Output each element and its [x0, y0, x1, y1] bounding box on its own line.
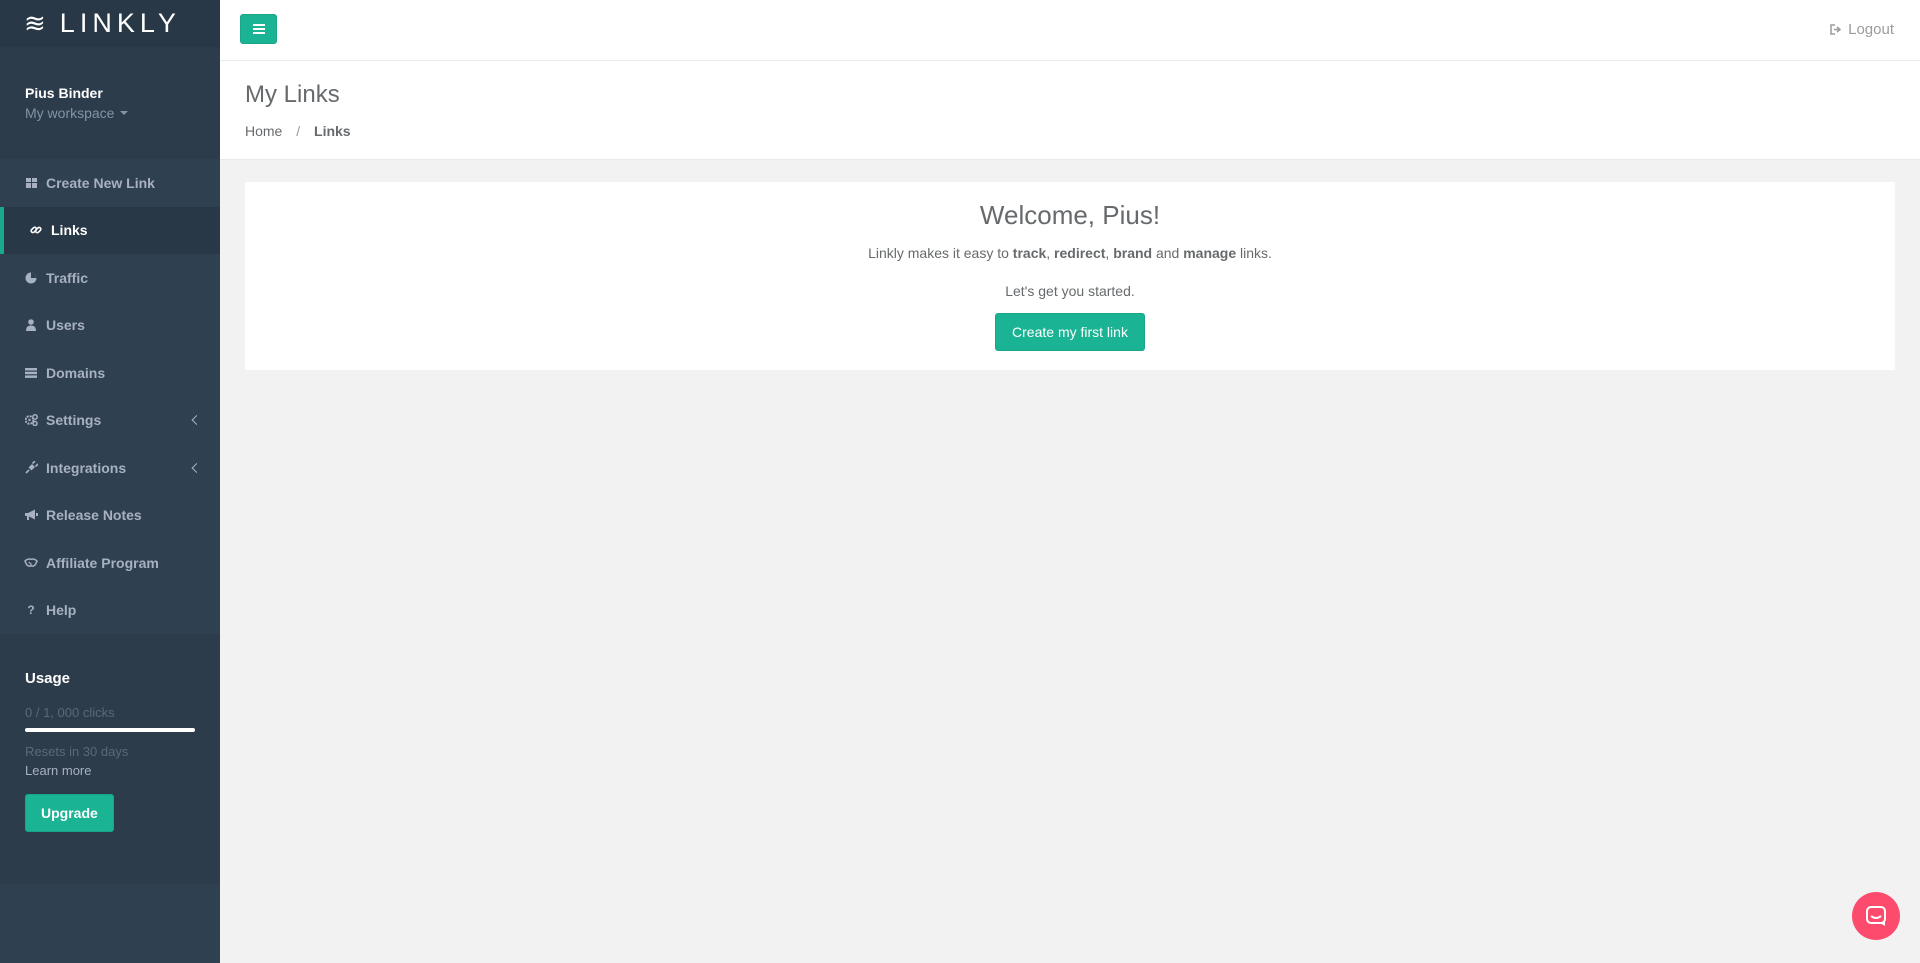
sidebar-item-users[interactable]: Users — [0, 302, 220, 350]
top-navbar: Logout — [220, 0, 1920, 61]
sidebar-item-label: Settings — [46, 412, 102, 429]
sidebar-item-label: Integrations — [46, 459, 127, 476]
learn-more-link[interactable]: Learn more — [25, 763, 195, 778]
text-part: , — [1046, 245, 1055, 261]
menu-toggle-button[interactable] — [240, 14, 277, 44]
link-icon — [29, 223, 43, 237]
sidebar-item-links[interactable]: Links — [0, 206, 220, 254]
caret-down-icon — [120, 111, 129, 115]
logout-link[interactable]: Logout — [1830, 21, 1894, 38]
page-title: My Links — [245, 81, 340, 108]
sidebar-item-label: Help — [46, 602, 77, 619]
question-icon: ? — [27, 603, 35, 618]
chat-launcher-button[interactable] — [1852, 892, 1900, 940]
breadcrumb-current: Links — [314, 123, 351, 139]
sidebar-item-label: Links — [51, 222, 88, 239]
sidebar-nav: Create New Link Links Traffic Users Doma… — [0, 159, 220, 634]
logout-label: Logout — [1848, 21, 1894, 38]
sidebar-item-label: Create New Link — [46, 174, 155, 191]
sidebar-item-traffic[interactable]: Traffic — [0, 254, 220, 302]
sidebar-item-settings[interactable]: Settings — [0, 397, 220, 445]
usage-progress-bar — [25, 728, 195, 732]
hamburger-icon — [252, 24, 265, 34]
welcome-card: Welcome, Pius! Linkly makes it easy to t… — [245, 182, 1895, 370]
workspace-dropdown[interactable]: My workspace — [25, 105, 129, 121]
sidebar-item-affiliate-program[interactable]: Affiliate Program — [0, 539, 220, 587]
brand-logo[interactable]: ≋ LINKLY — [0, 0, 220, 47]
welcome-title: Welcome, Pius! — [979, 200, 1161, 230]
sidebar-item-integrations[interactable]: Integrations — [0, 444, 220, 492]
welcome-subtext: Let's get you started. — [1005, 283, 1135, 299]
sign-out-icon — [1830, 24, 1842, 35]
breadcrumb: Home / Links — [245, 123, 1920, 139]
sidebar-item-help[interactable]: ? Help — [0, 587, 220, 635]
plug-icon — [24, 461, 38, 475]
chevron-left-icon — [191, 415, 202, 426]
sidebar-item-label: Affiliate Program — [46, 554, 159, 571]
text-part: Linkly makes it easy to — [868, 245, 1013, 261]
chevron-left-icon — [191, 462, 202, 473]
workspace-label: My workspace — [25, 105, 115, 121]
usage-reset-text: Resets in 30 days — [25, 744, 129, 759]
pie-chart-icon — [24, 271, 38, 285]
sidebar: ≋ LINKLY Pius Binder My workspace Create… — [0, 0, 220, 963]
handshake-icon — [24, 556, 38, 570]
list-icon — [24, 366, 38, 380]
emph-redirect: redirect — [1054, 245, 1106, 261]
upgrade-button[interactable]: Upgrade — [25, 794, 114, 832]
text-part: links. — [1236, 245, 1272, 261]
user-icon — [24, 318, 38, 332]
breadcrumb-home[interactable]: Home — [245, 123, 282, 139]
brand-name: LINKLY — [59, 8, 181, 38]
gears-icon — [24, 413, 38, 427]
text-part: and — [1152, 245, 1184, 261]
chat-icon — [1866, 906, 1886, 926]
emph-brand: brand — [1113, 245, 1153, 261]
grid-icon — [24, 176, 38, 190]
sidebar-item-label: Release Notes — [46, 507, 142, 524]
sidebar-item-release-notes[interactable]: Release Notes — [0, 492, 220, 540]
emph-manage: manage — [1183, 245, 1237, 261]
waves-logo-icon: ≋ — [24, 8, 46, 38]
sidebar-item-label: Domains — [46, 364, 106, 381]
user-name: Pius Binder — [25, 85, 103, 101]
usage-title: Usage — [25, 670, 71, 687]
welcome-description: Linkly makes it easy to track, redirect,… — [245, 245, 1895, 261]
sidebar-item-label: Traffic — [46, 269, 89, 286]
bullhorn-icon — [24, 508, 38, 522]
create-first-link-button[interactable]: Create my first link — [995, 313, 1145, 351]
emph-track: track — [1012, 245, 1047, 261]
page-heading: My Links Home / Links — [220, 61, 1920, 160]
sidebar-item-create-new-link[interactable]: Create New Link — [0, 159, 220, 207]
breadcrumb-separator: / — [296, 123, 301, 139]
sidebar-item-label: Users — [46, 317, 85, 334]
usage-panel: Usage 0 / 1, 000 clicks Resets in 30 day… — [0, 634, 220, 884]
usage-clicks: 0 / 1, 000 clicks — [25, 705, 115, 720]
sidebar-item-domains[interactable]: Domains — [0, 349, 220, 397]
profile-section: Pius Binder My workspace — [0, 47, 220, 159]
